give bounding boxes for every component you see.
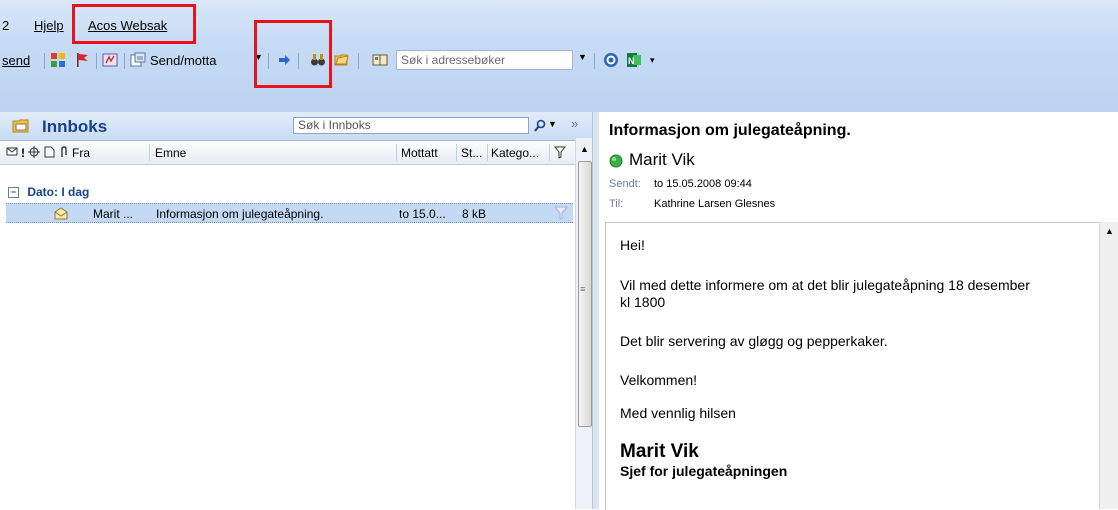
help-button[interactable] bbox=[603, 50, 619, 70]
toolbar-separator bbox=[44, 53, 45, 69]
address-book-icon bbox=[372, 54, 388, 66]
column-separator bbox=[549, 144, 550, 161]
body-line3: Velkommen! bbox=[620, 372, 698, 388]
reading-pane: Informasjon om julegateåpning. Marit Vik… bbox=[599, 112, 1118, 510]
group-header[interactable]: − Dato: I dag bbox=[8, 185, 89, 199]
rules-button[interactable] bbox=[102, 50, 118, 70]
column-subject[interactable]: Emne bbox=[155, 146, 186, 160]
menu-help-label: Hjelp bbox=[34, 18, 64, 33]
column-separator bbox=[456, 144, 457, 161]
message-sender[interactable]: Marit Vik bbox=[629, 150, 695, 170]
help-icon bbox=[604, 53, 618, 67]
toolbar-separator bbox=[594, 53, 595, 69]
send-receive-label: Send/motta bbox=[150, 52, 217, 68]
menu-item-help[interactable]: Hjelp bbox=[34, 18, 64, 33]
sent-value: to 15.05.2008 09:44 bbox=[654, 178, 752, 190]
scroll-thumb[interactable] bbox=[578, 161, 592, 427]
standard-toolbar: send Send/motta ▼ Søk i adressebøker ▼ N… bbox=[0, 46, 1118, 74]
signature-name: Marit Vik bbox=[620, 441, 699, 462]
attachment-icon[interactable] bbox=[59, 146, 68, 158]
table-row[interactable]: Marit ... Informasjon om julegateåpning.… bbox=[6, 203, 573, 223]
onenote-button[interactable]: N bbox=[626, 50, 642, 70]
send-label: send bbox=[2, 52, 31, 68]
body-line2: Det blir servering av gløgg og pepperkak… bbox=[620, 333, 888, 349]
follow-up-button[interactable] bbox=[74, 50, 90, 70]
importance-icon[interactable]: ! bbox=[21, 146, 25, 160]
inbox-pane: Innboks Søk i Innboks ▼ » ! Fra Emne Mot… bbox=[0, 112, 593, 509]
signature-title: Sjef for julegateåpningen bbox=[620, 463, 788, 479]
address-book-search-input[interactable]: Søk i adressebøker bbox=[396, 50, 573, 70]
toolbar-separator bbox=[124, 53, 125, 69]
document-icon[interactable] bbox=[44, 146, 55, 158]
row-subject: Informasjon om julegateåpning. bbox=[156, 207, 324, 221]
row-received: to 15.0... bbox=[399, 207, 446, 221]
to-value[interactable]: Kathrine Larsen Glesnes bbox=[654, 198, 775, 210]
flag-status-icon[interactable] bbox=[554, 206, 568, 220]
body-line4: Med vennlig hilsen bbox=[620, 405, 736, 421]
inbox-search-input[interactable]: Søk i Innboks bbox=[293, 117, 529, 134]
inbox-folder-icon bbox=[12, 119, 29, 133]
scroll-up-icon[interactable]: ▲ bbox=[1105, 226, 1114, 236]
search-icon[interactable] bbox=[533, 119, 547, 133]
row-size: 8 kB bbox=[462, 207, 487, 221]
reminder-icon[interactable] bbox=[28, 146, 40, 158]
body-line1a: Vil med dette informere om at det blir j… bbox=[620, 277, 1030, 293]
address-search-dropdown-icon[interactable]: ▼ bbox=[578, 52, 590, 70]
send-button[interactable]: send bbox=[2, 50, 30, 70]
column-category[interactable]: Katego... bbox=[491, 146, 539, 160]
body-greeting: Hei! bbox=[620, 237, 645, 253]
reading-pane-scrollbar[interactable]: ▲ bbox=[1099, 222, 1118, 509]
presence-icon[interactable] bbox=[609, 154, 623, 168]
message-subject: Informasjon om julegateåpning. bbox=[609, 122, 851, 139]
scroll-grip-icon: ≡ bbox=[580, 284, 586, 294]
toolbar-separator bbox=[96, 53, 97, 69]
inbox-header: Innboks Søk i Innboks ▼ » bbox=[0, 112, 592, 141]
message-list-header: ! Fra Emne Mottatt St... Katego... bbox=[0, 142, 575, 165]
inbox-title: Innboks bbox=[42, 117, 108, 136]
open-folder-button[interactable] bbox=[334, 50, 350, 70]
toolbar-options-icon[interactable]: ▾ bbox=[650, 55, 662, 73]
open-envelope-icon bbox=[54, 207, 68, 220]
toolbar-separator bbox=[358, 53, 359, 69]
column-separator bbox=[396, 144, 397, 161]
body-line1b: kl 1800 bbox=[620, 294, 666, 310]
message-list-scrollbar[interactable]: ▲ ≡ bbox=[575, 138, 593, 509]
message-body: Hei! Vil med dette informere om at det b… bbox=[605, 222, 1104, 510]
collapse-group-icon[interactable]: − bbox=[8, 187, 19, 199]
column-separator bbox=[149, 144, 150, 161]
sent-label: Sendt: bbox=[609, 178, 641, 190]
column-separator bbox=[487, 144, 488, 161]
group-label: Dato: I dag bbox=[27, 185, 90, 199]
column-from[interactable]: Fra bbox=[72, 146, 90, 160]
address-book-button[interactable] bbox=[372, 50, 388, 70]
envelope-icon[interactable] bbox=[6, 146, 20, 158]
scroll-up-icon[interactable]: ▲ bbox=[580, 144, 589, 154]
onenote-icon: N bbox=[627, 53, 641, 67]
column-received[interactable]: Mottatt bbox=[401, 146, 438, 160]
to-label: Til: bbox=[609, 198, 624, 210]
ribbon-area: 2 Hjelp Acos Websak send Send/motta ▼ Sø… bbox=[0, 0, 1118, 112]
highlight-box-menu bbox=[72, 4, 196, 44]
row-from: Marit ... bbox=[93, 207, 134, 221]
svg-text:N: N bbox=[628, 56, 635, 66]
column-size[interactable]: St... bbox=[461, 146, 482, 160]
search-dropdown-icon[interactable]: ▼ bbox=[548, 119, 557, 129]
color-categories-icon bbox=[51, 53, 65, 67]
menu-item-partial[interactable]: 2 bbox=[2, 18, 9, 33]
flag-column-icon[interactable] bbox=[554, 146, 566, 159]
send-receive-button[interactable]: Send/motta bbox=[130, 50, 217, 70]
flag-icon bbox=[77, 53, 88, 67]
collapse-chevron-icon[interactable]: » bbox=[571, 116, 578, 131]
folder-icon bbox=[334, 54, 349, 66]
rules-icon bbox=[102, 53, 118, 67]
highlight-box-forward bbox=[254, 20, 332, 88]
send-receive-icon bbox=[130, 52, 146, 67]
categorize-button[interactable] bbox=[50, 50, 66, 70]
